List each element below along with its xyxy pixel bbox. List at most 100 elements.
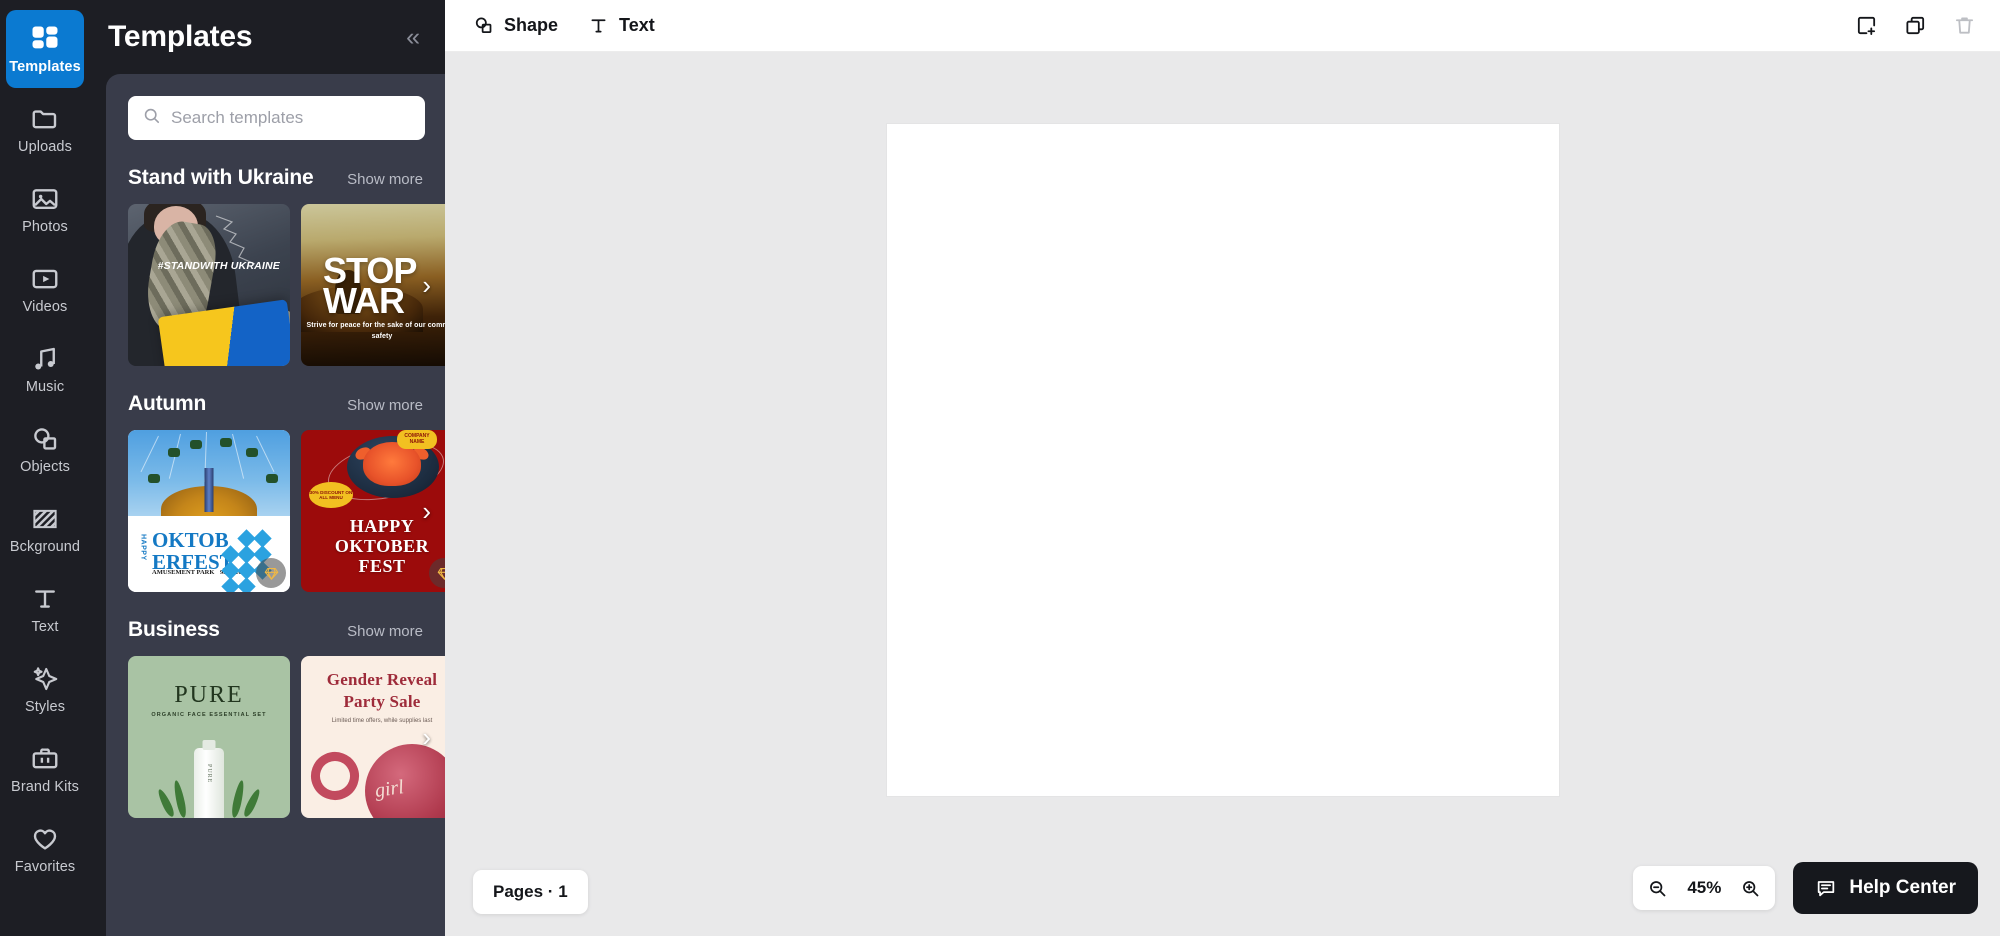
art-shape: [241, 787, 263, 818]
briefcase-icon: [30, 744, 60, 774]
shapes-icon: [30, 424, 60, 454]
panel-header: Templates «: [90, 0, 445, 74]
gem-icon: [437, 567, 445, 580]
rail-item-music[interactable]: Music: [6, 330, 84, 408]
rail-item-background[interactable]: Bckground: [6, 490, 84, 568]
templates-panel: Templates « Stand with Ukraine S: [90, 0, 445, 936]
gem-icon: [264, 567, 278, 580]
folder-icon: [30, 104, 60, 134]
show-more-link[interactable]: Show more: [347, 397, 423, 414]
rail-label-styles: Styles: [24, 698, 66, 715]
panel-body: Stand with Ukraine Show more: [106, 74, 445, 936]
text-tool-button[interactable]: Text: [588, 15, 655, 36]
rail-label-background: Bckground: [9, 538, 81, 555]
duplicate-icon[interactable]: [1904, 14, 1927, 37]
show-more-link[interactable]: Show more: [347, 171, 423, 188]
app-root: Templates Uploads Photos Videos Music Ob…: [0, 0, 2000, 936]
zoom-out-icon[interactable]: [1647, 878, 1668, 899]
template-card-pure-cosmetics[interactable]: PURE ORGANIC FACE ESSENTIAL SET PURE: [128, 656, 290, 818]
section-header: Stand with Ukraine Show more: [106, 166, 445, 190]
rail-label-photos: Photos: [22, 218, 68, 235]
rail-label-music: Music: [25, 378, 65, 395]
section-title: Stand with Ukraine: [128, 166, 314, 189]
template-subtext: ORGANIC FACE ESSENTIAL SET: [151, 712, 267, 718]
rail-item-videos[interactable]: Videos: [6, 250, 84, 328]
rail-item-brand-kits[interactable]: Brand Kits: [6, 730, 84, 808]
row-next-arrow-icon[interactable]: ›: [422, 498, 431, 524]
rail-item-styles[interactable]: Styles: [6, 650, 84, 728]
heart-icon: [30, 824, 60, 854]
image-icon: [30, 184, 60, 214]
rail-item-text[interactable]: Text: [6, 570, 84, 648]
rail-item-uploads[interactable]: Uploads: [6, 90, 84, 168]
design-page[interactable]: [886, 124, 1559, 796]
left-rail: Templates Uploads Photos Videos Music Ob…: [0, 0, 90, 936]
search-input[interactable]: [171, 108, 411, 128]
pages-button[interactable]: Pages · 1: [473, 870, 588, 914]
section-header: Autumn Show more: [106, 392, 445, 416]
text-t-icon: [30, 584, 60, 614]
art-shape: [304, 745, 366, 807]
template-headline-1: Gender Reveal: [326, 670, 438, 689]
premium-gem-badge: [256, 558, 286, 588]
templates-icon: [30, 24, 60, 54]
rail-label-favorites: Favorites: [14, 858, 76, 875]
template-card-stand-with-ukraine[interactable]: #STANDWITH UKRAINE: [128, 204, 290, 366]
top-toolbar: Shape Text: [445, 0, 2000, 52]
template-row: #STANDWITH UKRAINE STOP WAR Strive for p…: [128, 204, 445, 366]
rail-item-templates[interactable]: Templates: [6, 10, 84, 88]
section-header: Business Show more: [106, 618, 445, 642]
section-business: Business Show more PURE ORGANIC FACE ESS…: [106, 618, 445, 818]
shape-tool-button[interactable]: Shape: [473, 15, 558, 36]
toolbar-actions: [1855, 14, 1976, 37]
rail-label-objects: Objects: [20, 458, 70, 475]
art-shape: [204, 468, 214, 512]
text-icon: [588, 15, 609, 36]
template-meta-left: AMUSEMENT PARK: [152, 569, 215, 577]
show-more-link[interactable]: Show more: [347, 623, 423, 640]
search-icon: [142, 106, 161, 130]
hatch-icon: [30, 504, 60, 534]
template-headline-2: Party Sale: [343, 692, 421, 711]
rail-item-favorites[interactable]: Favorites: [6, 810, 84, 888]
bottom-right-controls: 45% Help Center: [1633, 862, 1978, 914]
rail-item-objects[interactable]: Objects: [6, 410, 84, 488]
shape-icon: [473, 15, 494, 36]
section-autumn: Autumn Show more HAPPY OKTOB ERFEST AMUS…: [106, 392, 445, 592]
template-script-text: girl: [373, 776, 406, 802]
canvas-area[interactable]: Pages · 1 45% Help Center: [445, 52, 2000, 936]
section-title: Business: [128, 618, 220, 641]
rail-label-videos: Videos: [22, 298, 68, 315]
section-stand-with-ukraine: Stand with Ukraine Show more #STANDWITH …: [106, 166, 445, 366]
row-next-arrow-icon[interactable]: ›: [422, 724, 431, 750]
template-row: PURE ORGANIC FACE ESSENTIAL SET PURE Gen…: [128, 656, 445, 818]
shape-tool-label: Shape: [504, 15, 559, 35]
search-box[interactable]: [128, 96, 425, 140]
row-next-arrow-icon[interactable]: ›: [422, 272, 431, 298]
help-center-label: Help Center: [1849, 877, 1956, 898]
zoom-in-icon[interactable]: [1740, 878, 1761, 899]
template-card-happy-oktoberfest-carousel[interactable]: HAPPY OKTOB ERFEST AMUSEMENT PARK 9.17- …: [128, 430, 290, 592]
search-wrap: [106, 96, 445, 140]
editor-stage: Shape Text Pages · 1 45% Help Center: [445, 0, 2000, 936]
music-icon: [30, 344, 60, 374]
rail-label-uploads: Uploads: [18, 138, 72, 155]
art-shape: [172, 779, 188, 818]
video-icon: [30, 264, 60, 294]
add-page-icon[interactable]: [1855, 14, 1878, 37]
template-headline-2: WAR: [323, 280, 405, 321]
template-headline-2: OKTOBER: [334, 536, 430, 556]
collapse-panel-button[interactable]: «: [404, 21, 420, 54]
template-subtext: Strive for peace for the sake of our com…: [306, 322, 445, 340]
template-row: HAPPY OKTOB ERFEST AMUSEMENT PARK 9.17- …: [128, 430, 445, 592]
template-vertical-text: HAPPY: [139, 534, 147, 561]
zoom-controls: 45%: [1633, 866, 1776, 910]
rail-item-photos[interactable]: Photos: [6, 170, 84, 248]
delete-icon: [1953, 14, 1976, 37]
template-row-wrap: PURE ORGANIC FACE ESSENTIAL SET PURE Gen…: [106, 656, 445, 818]
art-shape: [128, 430, 290, 516]
rail-label-brand-kits: Brand Kits: [11, 778, 79, 795]
template-row-wrap: #STANDWITH UKRAINE STOP WAR Strive for p…: [106, 204, 445, 366]
help-center-button[interactable]: Help Center: [1793, 862, 1978, 914]
template-headline-3: FEST: [358, 556, 406, 576]
